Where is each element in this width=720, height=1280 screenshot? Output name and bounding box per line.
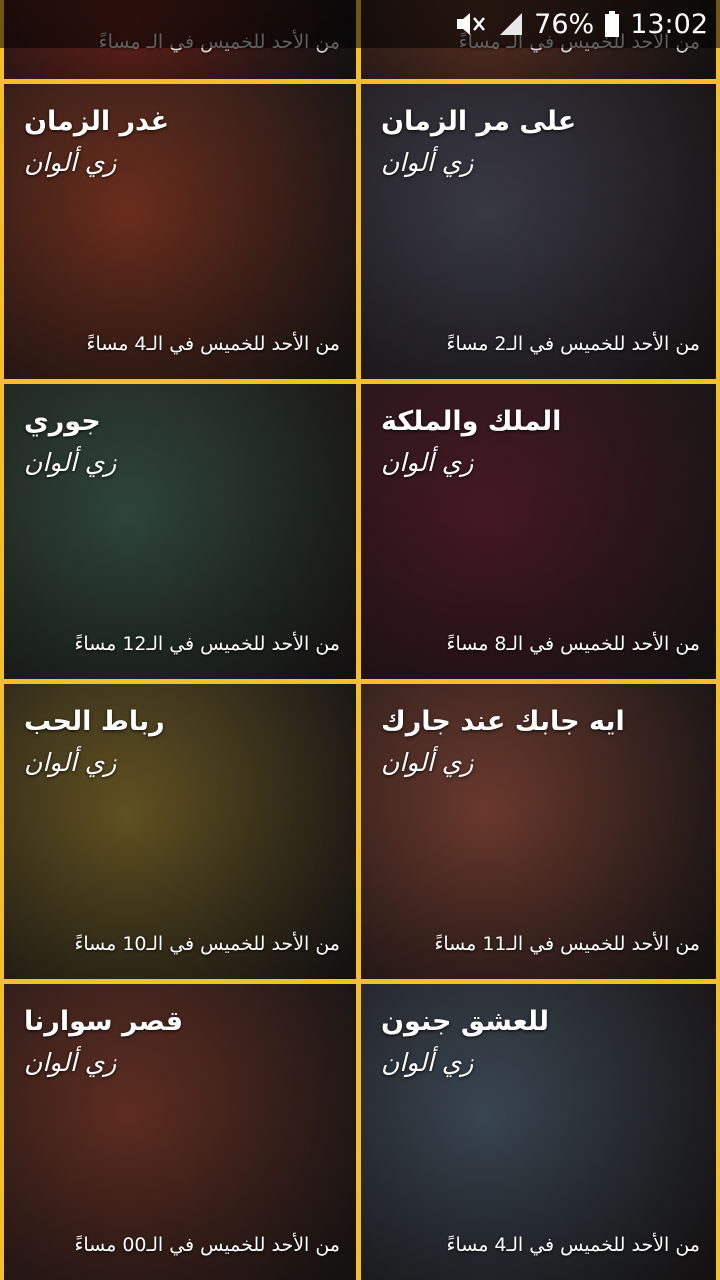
show-title: على مر الزمان: [381, 106, 577, 137]
show-schedule: من الأحد للخميس في الـ10 مساءً: [74, 933, 340, 955]
show-schedule: من الأحد للخميس في الـ8 مساءً: [446, 633, 700, 655]
show-channel: زي ألوان: [381, 1048, 474, 1077]
show-title: الملك والملكة: [381, 406, 562, 437]
show-card[interactable]: غدر الزمان زي ألوان من الأحد للخميس في ا…: [4, 84, 356, 379]
show-channel: زي ألوان: [381, 748, 474, 777]
show-channel: زي ألوان: [24, 148, 117, 177]
show-card[interactable]: للعشق جنون زي ألوان من الأحد للخميس في ا…: [361, 984, 716, 1280]
show-channel: زي ألوان: [24, 448, 117, 477]
show-card[interactable]: جوري زي ألوان من الأحد للخميس في الـ12 م…: [4, 384, 356, 679]
battery-icon: [604, 10, 620, 38]
show-schedule: من الأحد للخميس في الـ00 مساءً: [74, 1234, 340, 1256]
show-schedule: من الأحد للخميس في الـ12 مساءً: [74, 633, 340, 655]
clock: 13:02: [630, 8, 708, 40]
show-title: جوري: [24, 406, 101, 437]
show-schedule: من الأحد للخميس في الـ11 مساءً: [434, 933, 700, 955]
show-schedule: من الأحد للخميس في الـ4 مساءً: [86, 333, 340, 355]
show-channel: زي ألوان: [381, 148, 474, 177]
show-card[interactable]: رباط الحب زي ألوان من الأحد للخميس في ال…: [4, 684, 356, 979]
show-title: ايه جابك عند جارك: [381, 706, 625, 737]
show-card[interactable]: على مر الزمان زي ألوان من الأحد للخميس ف…: [361, 84, 716, 379]
show-channel: زي ألوان: [24, 1048, 117, 1077]
show-schedule: من الأحد للخميس في الـ4 مساءً: [446, 1234, 700, 1256]
status-bar: 76% 13:02: [0, 0, 720, 48]
show-title: للعشق جنون: [381, 1006, 550, 1037]
show-schedule: من الأحد للخميس في الـ2 مساءً: [446, 333, 700, 355]
show-channel: زي ألوان: [24, 748, 117, 777]
show-title: قصر سوارنا: [24, 1006, 184, 1037]
show-card[interactable]: ايه جابك عند جارك زي ألوان من الأحد للخم…: [361, 684, 716, 979]
mute-icon: [454, 10, 488, 38]
signal-icon: [498, 11, 524, 37]
show-card[interactable]: قصر سوارنا زي ألوان من الأحد للخميس في ا…: [4, 984, 356, 1280]
show-card[interactable]: الملك والملكة زي ألوان من الأحد للخميس ف…: [361, 384, 716, 679]
shows-grid: من الأحد للخميس في الـ مساءً من الأحد لل…: [0, 0, 720, 1280]
show-title: غدر الزمان: [24, 106, 170, 137]
show-title: رباط الحب: [24, 706, 165, 737]
show-channel: زي ألوان: [381, 448, 474, 477]
battery-percent: 76%: [534, 8, 595, 40]
